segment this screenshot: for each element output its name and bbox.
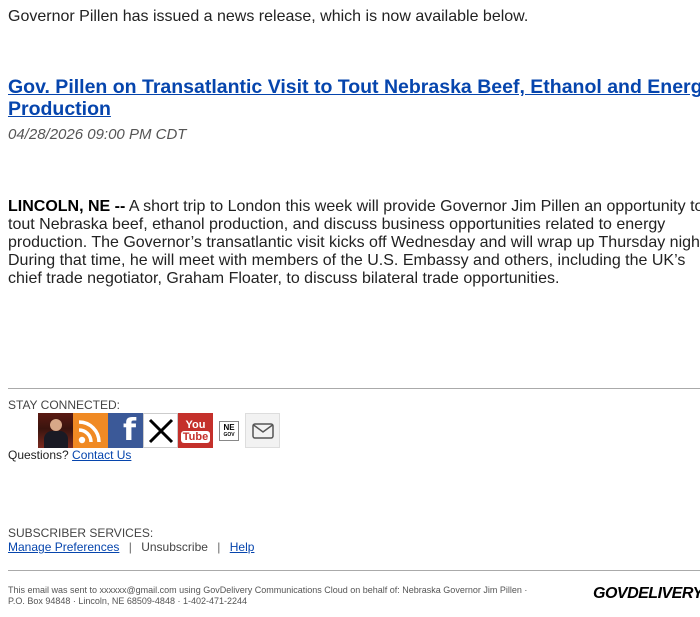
social-icons-row: f You Tube NE GOV [38, 413, 280, 448]
email-icon[interactable] [245, 413, 280, 448]
stay-connected-label: STAY CONNECTED: [8, 398, 121, 412]
headline-link[interactable]: Gov. Pillen on Transatlantic Visit to To… [8, 76, 700, 120]
divider [8, 388, 700, 389]
release-body: LINCOLN, NE -- A short trip to London th… [8, 198, 700, 288]
footer-divider [8, 570, 700, 571]
youtube-icon[interactable]: You Tube [178, 413, 213, 448]
footer-line-2: P.O. Box 94848 · Lincoln, NE 68509-4848 … [8, 596, 247, 606]
rss-icon[interactable] [73, 413, 108, 448]
footer-text: This email was sent to xxxxxx@gmail.com … [8, 585, 593, 607]
governor-photo-icon[interactable] [38, 413, 73, 448]
unsubscribe-link[interactable]: Unsubscribe [141, 540, 208, 554]
location-label: LINCOLN, NE -- [8, 198, 126, 215]
footer-line-1: This email was sent to xxxxxx@gmail.com … [8, 585, 528, 595]
separator: | [128, 540, 132, 554]
ne-gov-icon[interactable]: NE GOV [219, 420, 239, 441]
subscriber-links: Manage Preferences | Unsubscribe | Help [8, 540, 254, 554]
subscriber-services-label: SUBSCRIBER SERVICES: [8, 526, 154, 540]
help-link[interactable]: Help [230, 540, 255, 554]
facebook-icon[interactable]: f [108, 413, 143, 448]
x-icon[interactable] [143, 413, 178, 448]
contact-us-link[interactable]: Contact Us [72, 448, 131, 462]
dateline: 04/28/2026 09:00 PM CDT [8, 126, 187, 143]
intro-text: Governor Pillen has issued a news releas… [8, 8, 529, 25]
separator: | [217, 540, 221, 554]
govdelivery-logo[interactable]: GOVDELIVERY [593, 585, 700, 603]
manage-preferences-link[interactable]: Manage Preferences [8, 540, 119, 554]
questions-line: Questions? Contact Us [8, 448, 132, 462]
